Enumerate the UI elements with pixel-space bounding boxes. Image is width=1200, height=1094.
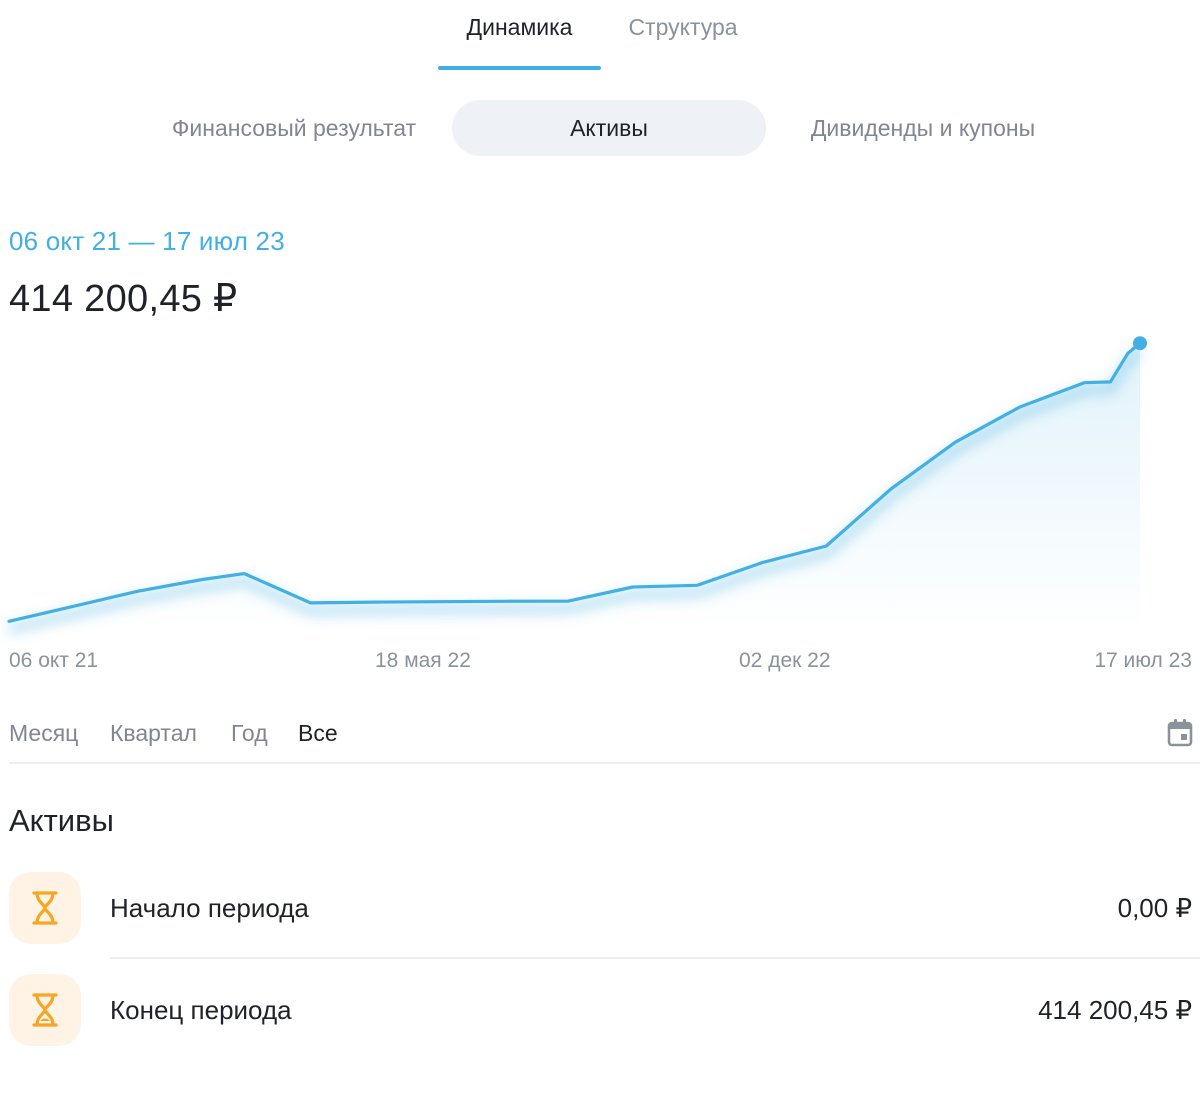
asset-row-period-start: Начало периода 0,00 ₽ — [9, 872, 1200, 944]
total-value: 414 200,45 ₽ — [9, 278, 238, 320]
segment-financial-result[interactable]: Финансовый результат — [146, 100, 442, 156]
asset-value: 0,00 ₽ — [1117, 893, 1192, 923]
x-tick-label: 06 окт 21 — [9, 649, 98, 672]
asset-label: Конец периода — [110, 995, 292, 1025]
hourglass-icon — [32, 891, 58, 925]
tab-dynamics-label: Динамика — [466, 14, 573, 40]
x-tick-label: 17 июл 23 — [1094, 649, 1192, 672]
segment-assets[interactable]: Активы — [452, 100, 766, 156]
divider — [9, 762, 1200, 764]
assets-section-title: Активы — [9, 803, 114, 838]
calendar-button[interactable] — [1166, 718, 1194, 748]
top-tabs: Динамика Структура — [0, 0, 1200, 72]
segment-dividends-coupons-label: Дивиденды и купоны — [810, 115, 1036, 141]
row-divider — [110, 957, 1200, 959]
asset-row-period-end: Конец периода 414 200,45 ₽ — [9, 974, 1200, 1046]
calendar-icon — [1167, 719, 1193, 747]
period-month-button[interactable]: Месяц — [9, 720, 78, 747]
x-tick-label: 02 дек 22 — [739, 649, 831, 672]
tab-structure[interactable]: Структура — [613, 14, 753, 70]
x-tick-label: 18 мая 22 — [375, 649, 471, 672]
asset-icon-container — [9, 872, 81, 944]
date-range: 06 окт 21 — 17 июл 23 — [9, 226, 285, 256]
period-quarter-button[interactable]: Квартал — [110, 720, 197, 747]
assets-chart[interactable]: 06 окт 21 18 мая 22 02 дек 22 17 июл 23 — [0, 330, 1200, 690]
chart-last-point — [1133, 336, 1147, 351]
period-all-button[interactable]: Все — [298, 720, 338, 747]
tab-dynamics[interactable]: Динамика — [438, 14, 601, 70]
hourglass-icon — [32, 993, 58, 1027]
tab-active-underline — [438, 66, 601, 70]
tab-structure-label: Структура — [628, 14, 738, 40]
asset-value: 414 200,45 ₽ — [1038, 995, 1192, 1025]
asset-label: Начало периода — [110, 893, 309, 923]
segment-assets-label: Активы — [570, 115, 648, 141]
segment-dividends-coupons[interactable]: Дивиденды и купоны — [776, 100, 1070, 156]
chart-plot-area — [7, 336, 1147, 635]
period-year-button[interactable]: Год — [231, 720, 268, 747]
asset-icon-container — [9, 974, 81, 1046]
segment-financial-result-label: Финансовый результат — [171, 115, 417, 141]
chart-x-axis: 06 окт 21 18 мая 22 02 дек 22 17 июл 23 — [9, 649, 1192, 672]
period-filter: Месяц Квартал Год Все — [0, 712, 1200, 764]
